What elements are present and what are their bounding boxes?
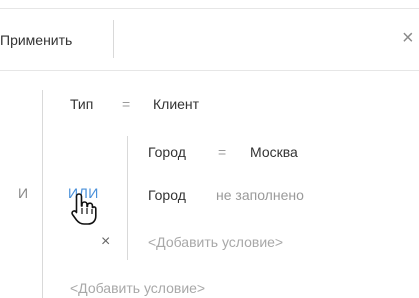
toolbar-separator — [113, 20, 114, 58]
condition-value[interactable]: Москва — [250, 144, 298, 160]
condition-field[interactable]: Город — [148, 187, 186, 203]
hand-pointer-icon — [71, 193, 97, 225]
condition-operator[interactable]: = — [218, 144, 226, 160]
or-group-bracket — [127, 136, 128, 260]
condition-value[interactable]: Клиент — [153, 96, 199, 112]
and-group-bracket — [42, 90, 43, 298]
apply-button[interactable]: Применить — [0, 32, 72, 48]
condition-field[interactable]: Тип — [70, 96, 93, 112]
and-group-label[interactable]: И — [18, 185, 28, 201]
condition-operator[interactable]: не заполнено — [216, 187, 304, 203]
close-icon[interactable]: × — [402, 27, 414, 50]
condition-operator[interactable]: = — [122, 96, 130, 112]
toolbar-divider — [0, 70, 419, 71]
condition-field[interactable]: Город — [148, 144, 186, 160]
remove-group-icon[interactable]: × — [101, 233, 110, 251]
top-divider — [0, 8, 419, 9]
or-group-add-condition-link[interactable]: <Добавить условие> — [148, 234, 283, 250]
add-condition-link[interactable]: <Добавить условие> — [70, 280, 205, 296]
